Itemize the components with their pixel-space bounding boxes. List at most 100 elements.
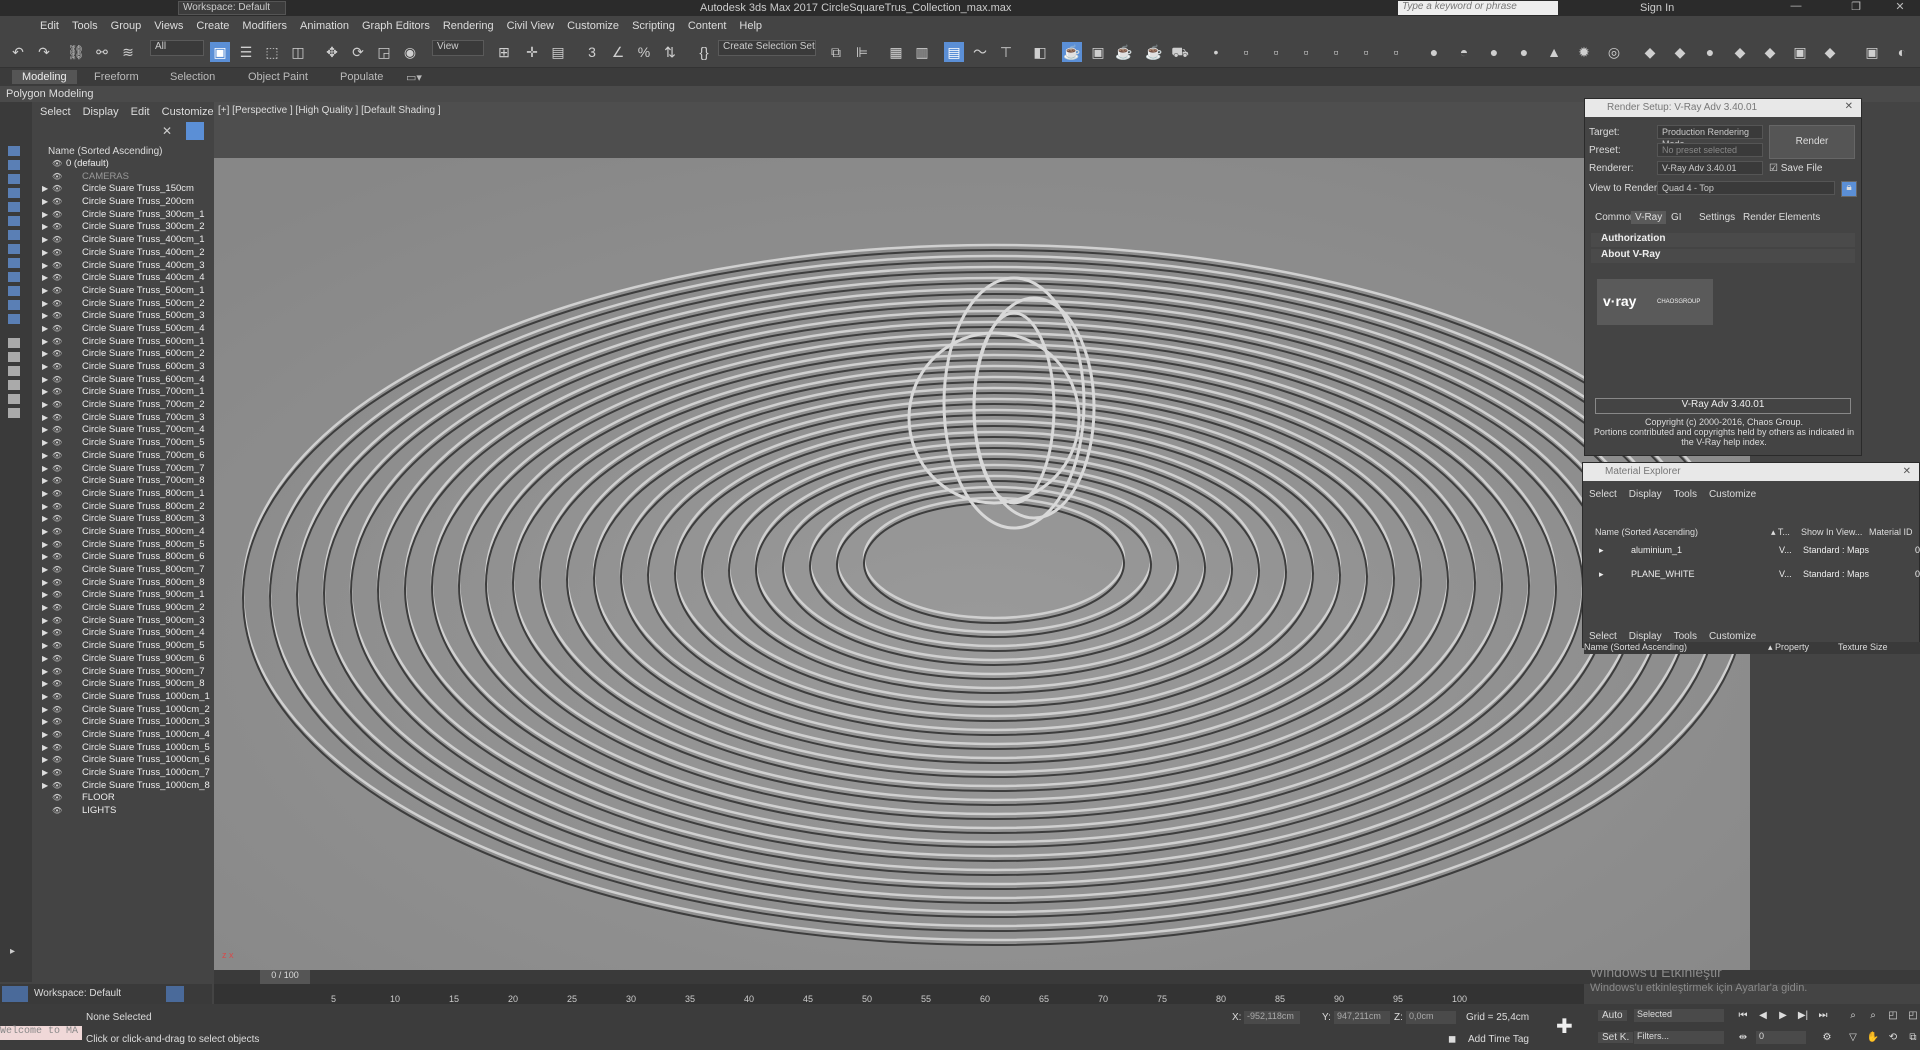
expand-arrow-icon[interactable]: ▶ bbox=[42, 513, 48, 526]
visibility-eye-icon[interactable]: 👁︎ bbox=[52, 221, 62, 234]
expand-arrow-icon[interactable]: ▶ bbox=[42, 399, 48, 412]
visibility-eye-icon[interactable]: 👁︎ bbox=[52, 412, 62, 425]
expand-arrow-icon[interactable]: ▶ bbox=[42, 221, 48, 234]
view-to-render-dropdown[interactable]: Quad 4 - Top bbox=[1657, 181, 1835, 195]
restore-icon[interactable]: ❐ bbox=[1836, 0, 1876, 16]
expand-arrow-icon[interactable]: ▶ bbox=[42, 437, 48, 450]
menu-edit[interactable]: Edit bbox=[40, 20, 59, 32]
vray-toolbar-icon-2[interactable]: ▫ bbox=[1236, 42, 1256, 62]
key-filter-dropdown[interactable]: Selected bbox=[1634, 1009, 1724, 1022]
expand-arrow-icon[interactable]: ▶ bbox=[42, 310, 48, 323]
matex-header-show[interactable]: Show In View... bbox=[1801, 527, 1862, 537]
expand-arrow-icon[interactable]: ▶ bbox=[42, 754, 48, 767]
menu-modifiers[interactable]: Modifiers bbox=[242, 20, 287, 32]
expand-arrow-icon[interactable]: ▶ bbox=[42, 386, 48, 399]
matex-menu-customize[interactable]: Customize bbox=[1709, 489, 1756, 500]
expand-arrow-icon[interactable]: ▶ bbox=[42, 678, 48, 691]
expand-arrow-icon[interactable]: ▶ bbox=[42, 551, 48, 564]
scene-explorer-item[interactable]: 👁︎ ▶ Circle Suare Truss_900cm_7 bbox=[32, 666, 212, 679]
visibility-eye-icon[interactable]: 👁︎ bbox=[52, 640, 62, 653]
expand-arrow-icon[interactable]: ▶ bbox=[42, 501, 48, 514]
matex-menu2-display[interactable]: Display bbox=[1629, 631, 1662, 642]
percent-snap-icon[interactable]: % bbox=[634, 42, 654, 62]
matex-menu2-customize[interactable]: Customize bbox=[1709, 631, 1756, 642]
pivot-icon[interactable]: ⊞ bbox=[494, 42, 514, 62]
sign-in-link[interactable]: Sign In bbox=[1640, 2, 1674, 14]
scene-explorer-item[interactable]: 👁︎ ▶ Circle Suare Truss_600cm_2 bbox=[32, 348, 212, 361]
render-iterative-icon[interactable]: ☕ bbox=[1144, 42, 1164, 62]
vray-dome-icon[interactable]: ◎ bbox=[1604, 42, 1624, 62]
scene-explorer-item[interactable]: 👁︎ ▶ Circle Suare Truss_300cm_1 bbox=[32, 209, 212, 222]
explorer-search-input[interactable] bbox=[32, 124, 212, 142]
display-cameras-icon[interactable] bbox=[8, 188, 20, 198]
scene-explorer-item[interactable]: 👁︎ ▶ Circle Suare Truss_1000cm_3 bbox=[32, 716, 212, 729]
expand-arrow-icon[interactable]: ▶ bbox=[42, 196, 48, 209]
x-coordinate-field[interactable]: -952,118cm bbox=[1244, 1011, 1300, 1024]
scene-explorer-item[interactable]: 👁︎ ▶ Circle Suare Truss_400cm_1 bbox=[32, 234, 212, 247]
expand-arrow-icon[interactable]: ▶ bbox=[42, 729, 48, 742]
angle-snap-icon[interactable]: ∠ bbox=[608, 42, 628, 62]
scene-explorer-item[interactable]: 👁︎ ▶ Circle Suare Truss_400cm_3 bbox=[32, 260, 212, 273]
expand-arrow-icon[interactable]: ▶ bbox=[42, 742, 48, 755]
clear-search-icon[interactable]: ✕ bbox=[162, 124, 172, 138]
expand-arrow-icon[interactable]: ▶ bbox=[42, 704, 48, 717]
preset-dropdown[interactable]: No preset selected bbox=[1657, 143, 1763, 157]
scene-explorer-item[interactable]: 👁︎ ▶ Circle Suare Truss_1000cm_8 bbox=[32, 780, 212, 793]
visibility-eye-icon[interactable]: 👁︎ bbox=[52, 158, 62, 171]
display-influences-icon[interactable] bbox=[8, 352, 20, 362]
render-production-icon[interactable]: ☕ bbox=[1114, 42, 1134, 62]
prev-frame-icon[interactable]: ◀ bbox=[1756, 1010, 1770, 1024]
lock-cell-edit-icon[interactable] bbox=[8, 408, 20, 418]
visibility-eye-icon[interactable]: 👁︎ bbox=[52, 539, 62, 552]
about-vray-rollout[interactable]: About V-Ray bbox=[1591, 249, 1855, 263]
matex-menu-display[interactable]: Display bbox=[1629, 489, 1662, 500]
scene-explorer-item[interactable]: 👁︎ ▶ Circle Suare Truss_1000cm_2 bbox=[32, 704, 212, 717]
set-key-button[interactable]: Set K. bbox=[1598, 1032, 1634, 1043]
visibility-eye-icon[interactable]: 👁︎ bbox=[52, 754, 62, 767]
visibility-eye-icon[interactable]: 👁︎ bbox=[52, 780, 62, 793]
zoom-all-icon[interactable]: ⌕ bbox=[1866, 1010, 1880, 1024]
vray-toolbar-icon-4[interactable]: ▫ bbox=[1296, 42, 1316, 62]
expand-arrow-icon[interactable]: ▶ bbox=[42, 298, 48, 311]
expand-arrow-icon[interactable]: ▶ bbox=[42, 691, 48, 704]
visibility-eye-icon[interactable]: 👁︎ bbox=[52, 767, 62, 780]
expand-arrow-icon[interactable]: ▶ bbox=[42, 209, 48, 222]
menu-graph-editors[interactable]: Graph Editors bbox=[362, 20, 430, 32]
visibility-eye-icon[interactable]: 👁︎ bbox=[52, 704, 62, 717]
display-containers-icon[interactable] bbox=[8, 272, 20, 282]
expand-arrow-icon[interactable]: ▸ bbox=[1599, 545, 1604, 556]
matex-header-material-id[interactable]: Material ID bbox=[1869, 527, 1913, 537]
vray-geometry-icon-4[interactable]: ◆ bbox=[1730, 42, 1750, 62]
maxscript-listener[interactable]: Welcome to MA bbox=[0, 1026, 82, 1040]
scene-explorer-item[interactable]: 👁︎ ▶ Circle Suare Truss_600cm_1 bbox=[32, 336, 212, 349]
material-row-name[interactable]: aluminium_1 bbox=[1631, 545, 1682, 555]
close-icon[interactable]: ✕ bbox=[1880, 0, 1920, 16]
visibility-eye-icon[interactable]: 👁︎ bbox=[52, 805, 62, 818]
vray-light-icon-3[interactable]: ● bbox=[1484, 42, 1504, 62]
visibility-eye-icon[interactable]: 👁︎ bbox=[52, 564, 62, 577]
explorer-menu-edit[interactable]: Edit bbox=[131, 106, 150, 118]
material-explorer-titlebar[interactable]: Material Explorer ✕ bbox=[1583, 463, 1919, 481]
tab-object-paint[interactable]: Object Paint bbox=[248, 71, 308, 83]
vray-geometry-icon-2[interactable]: ◆ bbox=[1670, 42, 1690, 62]
scene-explorer-item[interactable]: 👁︎ ▶ Circle Suare Truss_800cm_8 bbox=[32, 577, 212, 590]
vray-toolbar-icon-7[interactable]: ▫ bbox=[1386, 42, 1406, 62]
expand-arrow-icon[interactable]: ▶ bbox=[42, 780, 48, 793]
zoom-extents-icon[interactable]: ◰ bbox=[1886, 1010, 1900, 1024]
scene-explorer-item[interactable]: 👁︎ ▶ Circle Suare Truss_800cm_3 bbox=[32, 513, 212, 526]
fov-icon[interactable]: ▽ bbox=[1846, 1032, 1860, 1046]
visibility-eye-icon[interactable]: 👁︎ bbox=[52, 488, 62, 501]
expand-arrow-icon[interactable]: ▶ bbox=[42, 666, 48, 679]
menu-group[interactable]: Group bbox=[111, 20, 142, 32]
visibility-eye-icon[interactable]: 👁︎ bbox=[52, 615, 62, 628]
scene-explorer-item[interactable]: 👁︎ ▶ Circle Suare Truss_600cm_3 bbox=[32, 361, 212, 374]
vray-light-icon-4[interactable]: ● bbox=[1514, 42, 1534, 62]
unlink-icon[interactable]: ⚯ bbox=[92, 42, 112, 62]
display-xrefs-icon[interactable] bbox=[8, 244, 20, 254]
menu-content[interactable]: Content bbox=[688, 20, 727, 32]
expand-arrow-icon[interactable]: ▶ bbox=[42, 323, 48, 336]
scene-explorer-item[interactable]: 👁︎ ▶ Circle Suare Truss_800cm_2 bbox=[32, 501, 212, 514]
scene-explorer-item[interactable]: 👁︎ ▶ Circle Suare Truss_500cm_2 bbox=[32, 298, 212, 311]
menu-civil-view[interactable]: Civil View bbox=[507, 20, 554, 32]
play-icon[interactable]: ▶ bbox=[1776, 1010, 1790, 1024]
